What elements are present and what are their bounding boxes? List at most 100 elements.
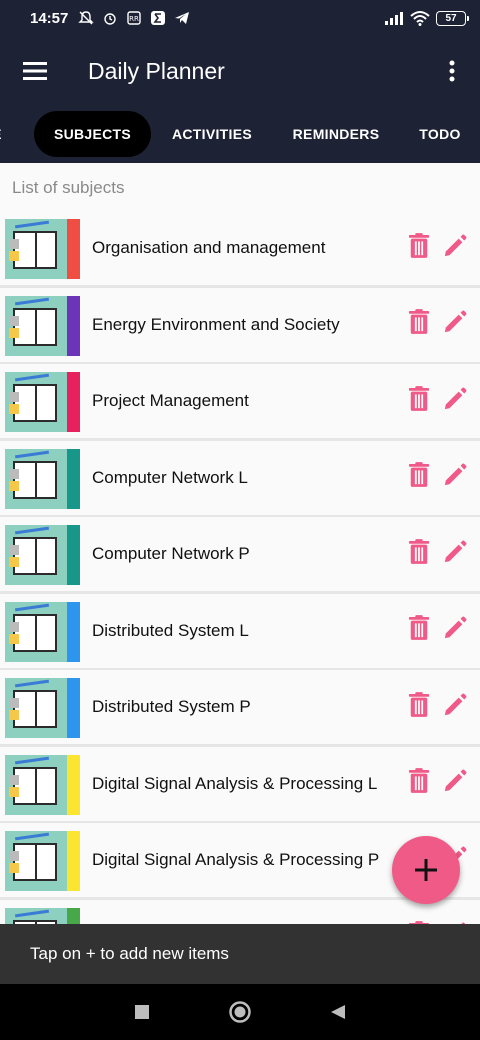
- delete-subject-button[interactable]: [404, 768, 434, 799]
- subject-color-strip: [67, 525, 80, 585]
- trash-icon: [408, 232, 430, 264]
- subject-thumbnail: [5, 372, 67, 432]
- tab-label: REMINDERS: [292, 126, 380, 142]
- trash-icon: [408, 309, 430, 340]
- subject-color-strip: [67, 831, 80, 891]
- subject-name: Digital Signal Analysis & Processing L: [92, 773, 378, 793]
- tab-label: SUBJECTS: [53, 126, 132, 142]
- circle-home-icon: [229, 1001, 251, 1023]
- tab-bar: ME SUBJECTS ACTIVITIES REMINDERS TODO: [0, 106, 480, 163]
- subject-row[interactable]: Organisation and management: [0, 211, 480, 285]
- subject-thumbnail: [5, 448, 67, 509]
- sigma-app-icon: [151, 11, 166, 25]
- status-notification-icons: RR: [78, 10, 190, 26]
- tab-label: TODO: [419, 126, 461, 142]
- delete-subject-button[interactable]: [404, 232, 434, 264]
- square-recents-icon: [135, 1005, 149, 1019]
- edit-subject-button[interactable]: [440, 233, 470, 263]
- subject-color-strip: [67, 678, 80, 738]
- svg-text:RR: RR: [130, 15, 140, 23]
- triangle-back-icon: [331, 1005, 345, 1019]
- plus-icon: [415, 859, 437, 881]
- battery-indicator: 57: [436, 10, 469, 26]
- subject-thumbnail: [5, 678, 67, 738]
- subject-row[interactable]: Project Management: [0, 364, 480, 438]
- delete-subject-button[interactable]: [404, 615, 434, 646]
- subject-thumbnail: [5, 831, 67, 891]
- pencil-icon: [443, 539, 467, 569]
- trash-icon: [408, 462, 430, 493]
- snackbar-message: Tap on + to add new items: [30, 944, 229, 963]
- edit-subject-button[interactable]: [440, 463, 470, 493]
- subject-row[interactable]: Digital Signal Analysis & Processing L: [0, 746, 480, 821]
- subject-thumbnail: [5, 754, 67, 815]
- tab-todo[interactable]: TODO: [408, 111, 472, 157]
- menu-button[interactable]: [0, 36, 70, 106]
- status-system-icons: 57: [384, 10, 469, 26]
- subject-color-strip: [67, 219, 80, 279]
- tab-reminders[interactable]: REMINDERS: [282, 111, 390, 157]
- home-button[interactable]: [228, 1000, 252, 1024]
- pencil-icon: [443, 692, 467, 722]
- subject-thumbnail: [5, 219, 67, 279]
- pencil-icon: [443, 233, 467, 263]
- snackbar: Tap on + to add new items: [0, 924, 480, 984]
- overflow-menu-button[interactable]: [424, 36, 480, 106]
- back-button[interactable]: [326, 1000, 350, 1024]
- add-item-fab[interactable]: [392, 836, 460, 904]
- subject-thumbnail: [5, 907, 67, 925]
- edit-subject-button[interactable]: [440, 616, 470, 646]
- trash-icon: [408, 768, 430, 799]
- subject-row[interactable]: Distributed System L: [0, 593, 480, 668]
- trash-icon: [408, 538, 430, 570]
- system-nav-bar: [0, 984, 480, 1040]
- subject-name: Organisation and management: [92, 238, 326, 257]
- subject-name: Digital Signal Analysis & Processing P: [92, 850, 380, 869]
- delete-subject-button[interactable]: [404, 691, 434, 723]
- subject-row[interactable]: Computer Network L: [0, 440, 480, 515]
- delete-subject-button[interactable]: [404, 385, 434, 417]
- subject-color-strip: [67, 601, 80, 662]
- subject-thumbnail: [5, 601, 67, 662]
- subject-thumbnail: [5, 525, 67, 585]
- delete-subject-button[interactable]: [404, 309, 434, 340]
- app-title: Daily Planner: [88, 57, 225, 84]
- subject-row[interactable]: Computer Network P: [0, 517, 480, 591]
- trash-icon: [408, 385, 430, 417]
- pencil-icon: [443, 769, 467, 798]
- tab-label: ACTIVITIES: [171, 126, 252, 142]
- edit-subject-button[interactable]: [440, 310, 470, 340]
- tab-label: ME: [0, 126, 2, 142]
- app-notification-icon: RR: [127, 11, 142, 25]
- subject-row[interactable]: Energy Environment and Society: [0, 287, 480, 362]
- subject-row[interactable]: [0, 899, 480, 925]
- app-bar: Daily Planner: [0, 36, 480, 106]
- edit-subject-button[interactable]: [440, 692, 470, 722]
- subject-list-container[interactable]: List of subjects Organisation and manage…: [0, 163, 480, 925]
- pencil-icon: [443, 310, 467, 339]
- delete-subject-button[interactable]: [404, 462, 434, 493]
- list-header: List of subjects: [0, 163, 480, 211]
- battery-level: 57: [445, 12, 457, 24]
- subject-name: Energy Environment and Society: [92, 314, 340, 334]
- subject-color-strip: [67, 754, 80, 815]
- pencil-icon: [443, 463, 467, 492]
- edit-subject-button[interactable]: [440, 386, 470, 416]
- edit-subject-button[interactable]: [440, 539, 470, 569]
- tab-subjects[interactable]: SUBJECTS: [34, 111, 151, 157]
- subject-name: Distributed System L: [92, 620, 249, 640]
- tab-home[interactable]: ME: [0, 111, 14, 157]
- subject-name: Computer Network P: [92, 544, 250, 563]
- edit-subject-button[interactable]: [440, 769, 470, 799]
- recents-button[interactable]: [130, 1000, 154, 1024]
- subject-thumbnail: [5, 295, 67, 356]
- subject-name: Distributed System P: [92, 697, 251, 716]
- trash-icon: [408, 691, 430, 723]
- hamburger-menu-icon: [23, 62, 47, 80]
- telegram-icon: [175, 12, 190, 24]
- delete-subject-button[interactable]: [404, 538, 434, 570]
- tab-activities[interactable]: ACTIVITIES: [160, 111, 264, 157]
- subject-color-strip: [67, 907, 80, 925]
- subject-row[interactable]: Distributed System P: [0, 670, 480, 744]
- mute-icon: [78, 11, 95, 25]
